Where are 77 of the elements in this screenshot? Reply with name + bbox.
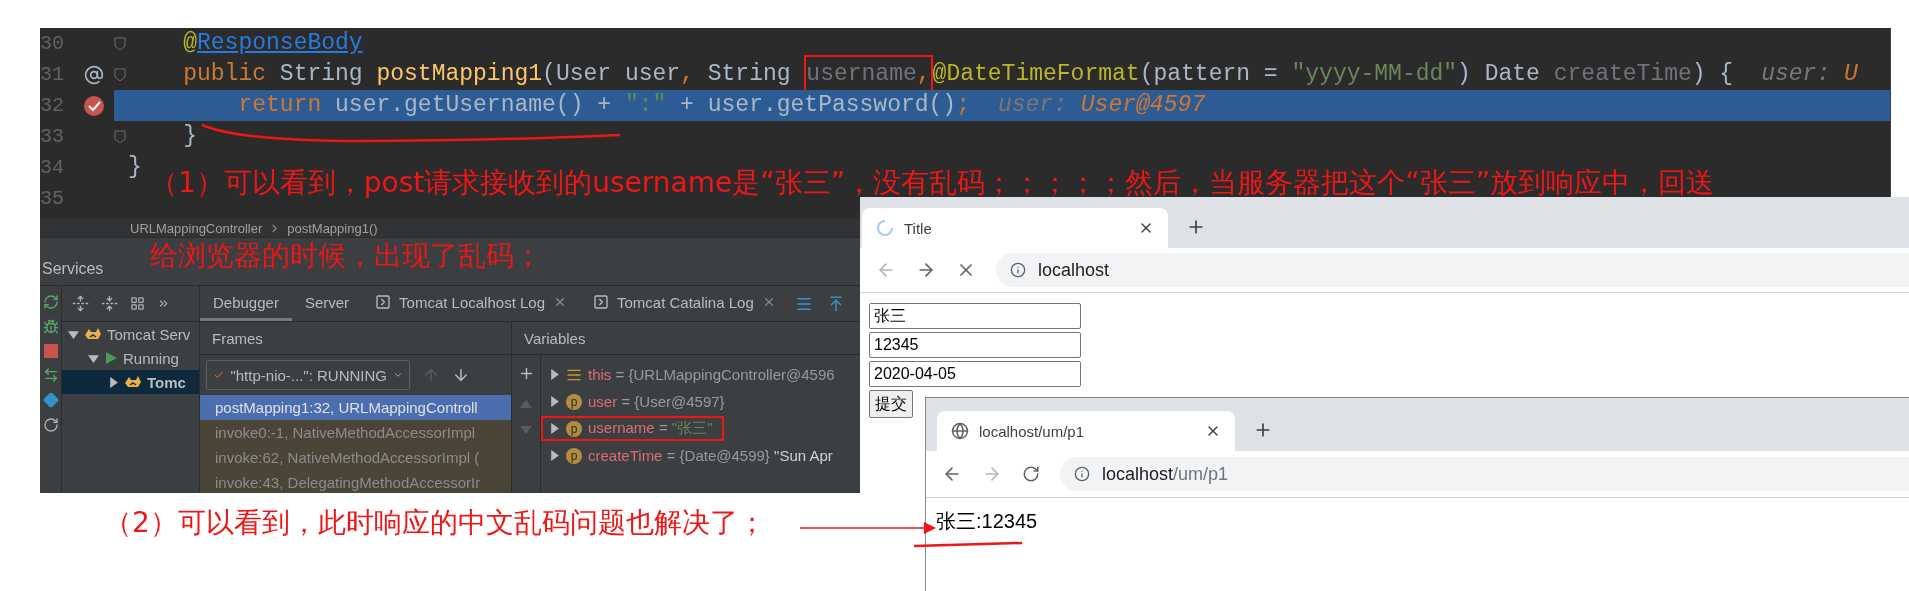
code-line: return user.getUsername() + ":" + user.getPassword(); (237, 91, 970, 120)
annotation-text: 给浏览器的时候，出现了乱码； (150, 239, 542, 273)
panel-tab[interactable]: Server (291, 286, 363, 321)
tree-item[interactable]: Tomc (147, 373, 186, 391)
breadcrumb[interactable]: postMapping1() (287, 220, 378, 236)
breakpoint-icon[interactable] (83, 94, 105, 117)
input-field[interactable]: 2020-04-05 (869, 361, 1081, 387)
variable-text[interactable]: user = {User@4597} (588, 393, 725, 410)
inline-hint: user: User@4597 (998, 91, 1206, 120)
panel-title: Services (42, 260, 104, 278)
line-number: 34 (40, 156, 65, 179)
info-icon (1074, 466, 1090, 482)
thread-dropdown[interactable]: "http-nio-...": RUNNING (206, 360, 410, 390)
breadcrumb[interactable]: URLMappingController (130, 220, 263, 236)
reload-icon[interactable] (42, 417, 59, 433)
column-header: Variables (512, 322, 860, 355)
response-text: 张三:12345 (936, 509, 1038, 534)
toggle-icon[interactable] (68, 328, 79, 340)
diamond-icon[interactable] (42, 392, 59, 408)
toggle-icon[interactable] (108, 376, 119, 388)
spinner-icon (876, 219, 894, 237)
annotation-text: （1）可以看到，post请求接收到的username是“张三”，没有乱码；；；；；然后，当服务器把这个“张三”放到响应中，回送 (150, 166, 1715, 200)
swap-icon[interactable] (42, 367, 59, 383)
info-icon (1010, 262, 1026, 278)
panel-tab[interactable]: Debugger (200, 286, 292, 321)
field-badge: p (566, 447, 582, 464)
annotation-text: （2）可以看到，此时响应的中文乱码问题也解决了； (104, 506, 766, 540)
input-field[interactable]: 12345 (869, 332, 1081, 358)
group-icon[interactable] (130, 296, 145, 311)
address-bar[interactable]: localhost/um/p1 (1060, 457, 1909, 491)
selected-tree-row[interactable]: Tomc (62, 370, 199, 394)
browser-tab[interactable]: Title (862, 208, 1168, 248)
line-number: 33 (40, 125, 65, 148)
field-badge: p (566, 393, 582, 410)
globe-icon (951, 422, 969, 440)
frame-item[interactable]: invoke0:-1, NativeMethodAccessorImpl (200, 420, 511, 445)
down-arrow-icon[interactable] (452, 366, 470, 384)
address-bar[interactable]: localhost (996, 253, 1909, 287)
line-number: 35 (40, 187, 65, 210)
stop-icon[interactable] (43, 344, 58, 358)
input-field[interactable]: 张三 (869, 303, 1081, 329)
frame-item[interactable]: invoke:43, DelegatingMethodAccessorIr (200, 470, 511, 493)
tree-item[interactable]: Tomcat Serv (107, 325, 191, 343)
more-icon[interactable] (157, 297, 170, 310)
code-line: } (128, 153, 142, 182)
toggle-icon[interactable] (549, 396, 560, 407)
toggle-icon[interactable] (549, 450, 560, 461)
expand-all-icon[interactable] (72, 295, 89, 312)
bug-icon[interactable] (42, 319, 59, 335)
tree-item[interactable]: Running (123, 349, 179, 367)
variable-text[interactable]: this = {URLMappingController@4596 (588, 366, 835, 383)
rerun-icon[interactable] (42, 294, 59, 310)
play-icon (104, 351, 118, 365)
panel-tab[interactable]: Tomcat Localhost Log (362, 286, 580, 321)
variable-text[interactable]: createTime = {Date@4599} "Sun Apr (588, 447, 833, 464)
line-number: 31 (40, 63, 65, 86)
console-icon (593, 294, 609, 310)
toggle-icon[interactable] (549, 369, 560, 380)
frame-item[interactable]: postMapping1:32, URLMappingControll (200, 395, 511, 420)
code-line: } (182, 122, 197, 151)
panel-tab[interactable]: Tomcat Catalina Log (580, 286, 789, 321)
variable-text[interactable]: username = "张三" (588, 419, 713, 438)
field-badge: p (566, 420, 582, 437)
at-icon (84, 64, 104, 85)
column-header: Frames (200, 322, 511, 355)
console-icon (375, 294, 392, 310)
toggle-icon[interactable] (88, 352, 99, 364)
collapse-all-icon[interactable] (101, 295, 118, 312)
line-number: 30 (40, 32, 65, 55)
toggle-icon[interactable] (549, 423, 560, 434)
reload-icon[interactable] (1022, 465, 1040, 483)
code-line: @ResponseBody (182, 29, 363, 58)
frame-item[interactable]: invoke:62, NativeMethodAccessorImpl ( (200, 445, 511, 470)
browser-tab[interactable]: localhost/um/p1 (937, 411, 1235, 451)
line-number: 32 (40, 94, 65, 117)
submit-button[interactable]: 提交 (869, 390, 913, 418)
inline-hint: user: U (1761, 60, 1858, 89)
